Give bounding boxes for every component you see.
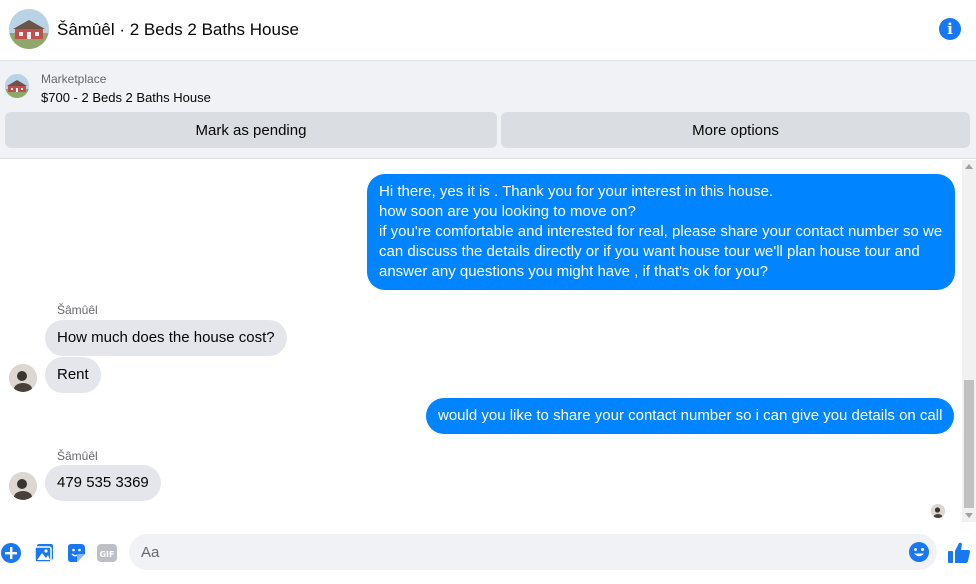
more-options-button[interactable]: More options bbox=[501, 112, 970, 148]
info-icon[interactable]: i bbox=[939, 18, 961, 40]
seen-receipt-avatar bbox=[931, 504, 945, 518]
listing-title[interactable]: $700 - 2 Beds 2 Baths House bbox=[41, 90, 211, 105]
svg-text:GIF: GIF bbox=[99, 550, 114, 559]
message-line: Hi there, yes it is . Thank you for your… bbox=[379, 183, 774, 200]
conversation-header: Šâmûêl · 2 Beds 2 Baths House i bbox=[0, 0, 976, 61]
incoming-message[interactable]: 479 535 3369 bbox=[45, 465, 161, 501]
emoji-icon[interactable] bbox=[908, 541, 930, 563]
scroll-up-arrow-icon[interactable] bbox=[965, 164, 973, 169]
contact-avatar[interactable] bbox=[9, 364, 37, 392]
mark-as-pending-button[interactable]: Mark as pending bbox=[5, 112, 497, 148]
message-input[interactable] bbox=[141, 534, 901, 570]
outgoing-message[interactable]: would you like to share your contact num… bbox=[426, 398, 955, 434]
marketplace-banner: Marketplace $700 - 2 Beds 2 Baths House … bbox=[0, 61, 976, 159]
gif-icon[interactable]: GIF bbox=[96, 542, 118, 564]
sender-name: Šâmûêl bbox=[57, 303, 98, 317]
message-scrollbar[interactable] bbox=[962, 160, 976, 522]
outgoing-message[interactable]: Hi there, yes it is . Thank you for your… bbox=[367, 174, 955, 290]
message-thread: Hi there, yes it is . Thank you for your… bbox=[0, 160, 962, 522]
message-line: can discuss the details directly or if y… bbox=[379, 243, 920, 260]
message-input-wrapper bbox=[129, 534, 937, 570]
marketplace-label: Marketplace bbox=[41, 72, 107, 86]
message-line: if you're comfortable and interested for… bbox=[379, 223, 943, 240]
listing-thumbnail[interactable] bbox=[5, 74, 29, 98]
sticker-icon[interactable] bbox=[65, 542, 87, 564]
scroll-down-arrow-icon[interactable] bbox=[965, 513, 973, 518]
message-line: answer any questions you might have , if… bbox=[379, 263, 768, 280]
listing-avatar[interactable] bbox=[9, 9, 49, 49]
scrollbar-thumb[interactable] bbox=[964, 380, 974, 508]
message-line: how soon are you looking to move on? bbox=[379, 203, 636, 220]
incoming-message[interactable]: Rent bbox=[45, 357, 101, 393]
contact-avatar[interactable] bbox=[9, 472, 37, 500]
message-composer: GIF bbox=[0, 522, 976, 584]
incoming-message[interactable]: How much does the house cost? bbox=[45, 320, 287, 356]
photo-icon[interactable] bbox=[33, 542, 55, 564]
thumbs-up-icon[interactable] bbox=[946, 540, 972, 566]
sender-name: Šâmûêl bbox=[57, 449, 98, 463]
conversation-title[interactable]: Šâmûêl · 2 Beds 2 Baths House bbox=[57, 20, 299, 40]
plus-icon[interactable] bbox=[0, 542, 22, 564]
